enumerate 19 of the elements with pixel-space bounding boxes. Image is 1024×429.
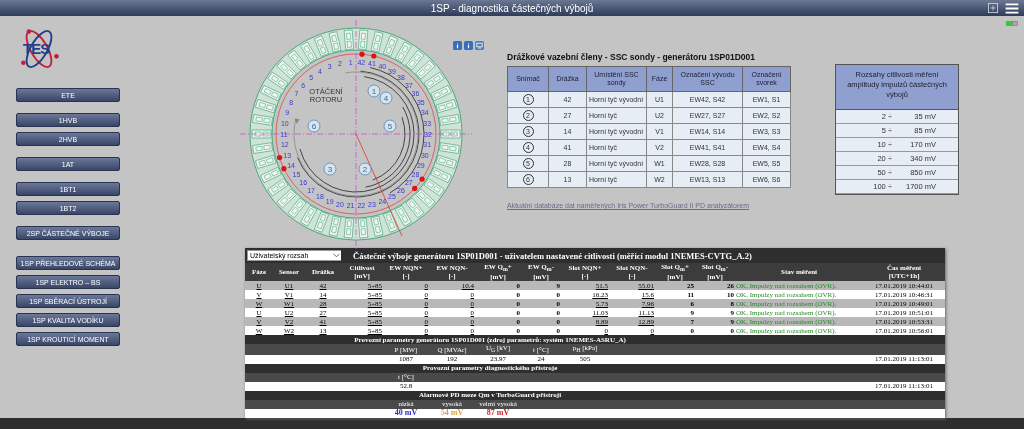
limit-value: 87 mV bbox=[486, 408, 510, 418]
monitor-icon[interactable] bbox=[475, 41, 484, 50]
sensor-marker: 3 bbox=[323, 162, 337, 176]
window-icon[interactable] bbox=[988, 3, 998, 13]
sensor-marker: 6 bbox=[307, 119, 321, 133]
menu-icon[interactable] bbox=[1005, 3, 1019, 14]
limit-value: 40 mV bbox=[394, 408, 418, 418]
chevron-down-icon bbox=[333, 253, 340, 258]
info-icon[interactable] bbox=[464, 41, 473, 50]
table-title: Částečné výboje generátoru 1SP01D001 - uživatelem nastavené citlivosti (měřicí modul 1NEMES-CVTG_A.2) bbox=[341, 248, 946, 263]
info-icon[interactable] bbox=[453, 41, 462, 50]
sensor-marker: 1 bbox=[367, 84, 381, 98]
sensor-marker: 4 bbox=[379, 91, 393, 105]
limit-value: 54 mV bbox=[440, 408, 464, 418]
sensor-marker: 5 bbox=[383, 119, 397, 133]
window-title: 1SP - diagnostika částečných výbojů bbox=[430, 2, 594, 14]
sensor-marker: 2 bbox=[358, 162, 372, 176]
table-title: Drážkové vazební členy - SSC sondy - generátoru 1SP01D001 bbox=[507, 52, 756, 62]
status-indicator-icon bbox=[1006, 21, 1018, 26]
